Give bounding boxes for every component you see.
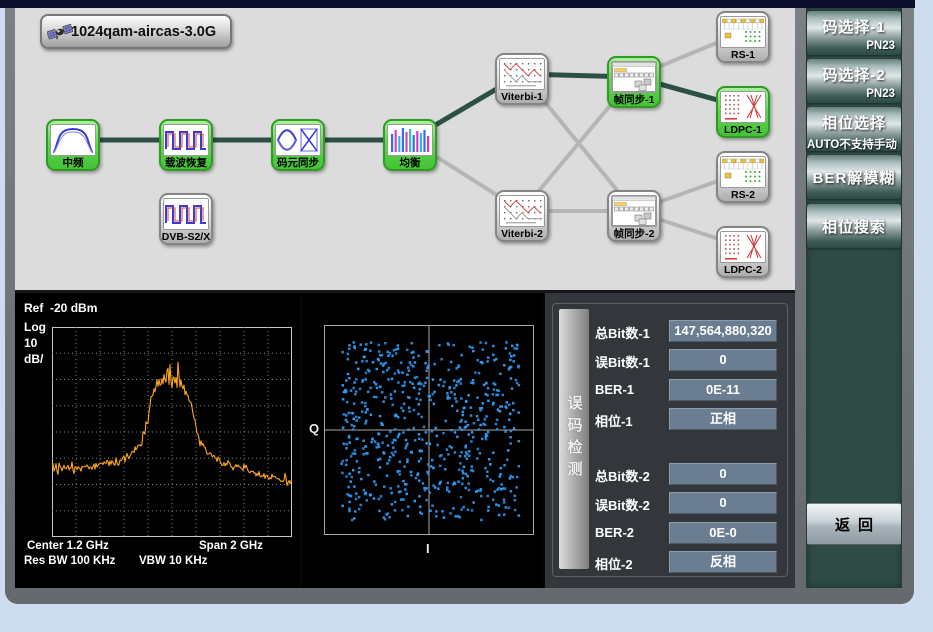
rs-icon <box>720 156 766 188</box>
node-viterbi2[interactable]: Viterbi-2 <box>495 190 549 242</box>
ber-row-value: 正相 <box>669 408 777 430</box>
node-label: 码元同步 <box>273 156 323 170</box>
sidebar-button-value: PN23 <box>807 40 901 52</box>
node-label: RS-2 <box>718 188 768 202</box>
sidebar-button-label: BER解模糊 <box>813 167 896 188</box>
node-label: DVB-S2/X <box>161 230 211 244</box>
ber-row-label: 相位-1 <box>595 411 633 430</box>
constellation-i-label: I <box>426 541 430 556</box>
node-label: LDPC-1 <box>718 123 768 137</box>
sidebar-button-2[interactable]: 码选择-2 PN23 <box>807 59 901 103</box>
spectrum-vbw-label: VBW 10 KHz <box>139 555 207 567</box>
spectrum-rbw-label: Res BW 100 KHz <box>24 555 115 567</box>
ber-side-bar: 误码检测 <box>559 309 589 569</box>
sidebar-button-label: 相位选择 <box>807 112 901 133</box>
squarewave-icon <box>163 198 209 230</box>
constellation-plot <box>324 325 534 535</box>
node-label: 均衡 <box>385 156 435 170</box>
node-viterbi1[interactable]: Viterbi-1 <box>495 53 549 105</box>
diagram-canvas: 1024qam-aircas-3.0G 中频 载波恢复 码元同步 均衡 DVB-S2/X… <box>15 8 795 290</box>
node-dvb[interactable]: DVB-S2/X <box>159 193 213 245</box>
sidebar-button-label: 相位搜索 <box>822 216 886 237</box>
frame-icon <box>611 61 657 93</box>
ber-side-label: 误码检测 <box>564 395 585 483</box>
window-frame: 1024qam-aircas-3.0G 中频 载波恢复 码元同步 均衡 DVB-S2/X… <box>5 8 914 604</box>
back-button[interactable]: 返回 <box>807 503 901 545</box>
ber-row-value: 147,564,880,320 <box>669 320 777 342</box>
ber-row-label: BER-1 <box>595 382 634 397</box>
node-label: 帧同步-1 <box>609 93 659 107</box>
ldpc-icon <box>720 91 766 123</box>
constellation-q-label: Q <box>309 421 319 436</box>
constellation-svg <box>324 325 534 535</box>
node-label: 中频 <box>48 156 98 170</box>
constellation-panel: Q I <box>302 293 543 588</box>
spectrum-svg <box>52 327 292 537</box>
sidebar-button-label: 码选择-2 <box>807 64 901 85</box>
ber-row-value: 0 <box>669 349 777 371</box>
spectrum-panel: Ref -20 dBm Log 10 dB/ Center 1.2 GHz Sp… <box>15 293 300 588</box>
node-label: LDPC-2 <box>718 263 768 277</box>
trellis-icon <box>499 195 545 227</box>
node-label: Viterbi-2 <box>497 227 547 241</box>
spectrum-span-label: Span 2 GHz <box>199 540 263 552</box>
ber-row-label: 总Bit数-1 <box>595 323 650 342</box>
ber-row-label: 误Bit数-1 <box>595 352 650 371</box>
ldpc-icon <box>720 231 766 263</box>
sidebar-button-3[interactable]: 相位选择 AUTO不支持手动 <box>807 107 901 151</box>
signal-title-label: 1024qam-aircas-3.0G <box>71 24 216 40</box>
ber-row-value: 0E-0 <box>669 522 777 544</box>
spectrum-log-line2: 10 <box>24 336 37 350</box>
spectrum-ref-text: Ref -20 dBm <box>24 301 97 315</box>
node-rs1[interactable]: RS-1 <box>716 11 770 63</box>
node-ldpc1[interactable]: LDPC-1 <box>716 86 770 138</box>
rs-icon <box>720 16 766 48</box>
node-label: 帧同步-2 <box>609 227 659 241</box>
top-bar <box>0 0 915 8</box>
node-zaibo[interactable]: 载波恢复 <box>159 119 213 171</box>
frame-icon <box>611 195 657 227</box>
node-zhen2[interactable]: 帧同步-2 <box>607 190 661 242</box>
spectrum-plot <box>52 327 292 537</box>
node-zhongpin[interactable]: 中频 <box>46 119 100 171</box>
sidebar-button-5[interactable]: 相位搜索 <box>807 204 901 248</box>
sidebar-button-value: AUTO不支持手动 <box>807 136 901 152</box>
spectrum-center-label: Center 1.2 GHz <box>27 540 109 552</box>
node-label: Viterbi-1 <box>497 90 547 104</box>
ber-row-value: 0 <box>669 463 777 485</box>
node-mayuan[interactable]: 码元同步 <box>271 119 325 171</box>
ber-row-label: BER-2 <box>595 525 634 540</box>
sidebar-button-value: PN23 <box>807 88 901 100</box>
signal-title-button[interactable]: 1024qam-aircas-3.0G <box>40 14 232 49</box>
ber-row-label: 误Bit数-2 <box>595 495 650 514</box>
sidebar-button-label: 码选择-1 <box>807 16 901 37</box>
node-zhen1[interactable]: 帧同步-1 <box>607 56 661 108</box>
node-label: 载波恢复 <box>161 156 211 170</box>
node-ldpc2[interactable]: LDPC-2 <box>716 226 770 278</box>
trellis-icon <box>499 58 545 90</box>
node-rs2[interactable]: RS-2 <box>716 151 770 203</box>
ber-row-value: 0E-11 <box>669 379 777 401</box>
ber-row-value: 反相 <box>669 551 777 573</box>
ber-row-label: 相位-2 <box>595 554 633 573</box>
squarewave-icon <box>163 124 209 156</box>
spectrum-log-line1: Log <box>24 320 46 334</box>
ber-panel: 误码检测 总Bit数-1 147,564,880,320 误Bit数-1 0 BER-1… <box>545 293 795 588</box>
node-label: RS-1 <box>718 48 768 62</box>
ber-row-label: 总Bit数-2 <box>595 466 650 485</box>
node-junheng[interactable]: 均衡 <box>383 119 437 171</box>
bars-icon <box>387 124 433 156</box>
eye-icon <box>275 124 321 156</box>
sidebar-button-1[interactable]: 码选择-1 PN23 <box>807 11 901 55</box>
spectrum-log-line3: dB/ <box>24 352 43 366</box>
sidebar-button-4[interactable]: BER解模糊 <box>807 155 901 199</box>
spectrum-icon <box>50 124 96 156</box>
sidebar: 码选择-1 PN23 码选择-2 PN23 相位选择 AUTO不支持手动 BER解模糊相位搜… <box>806 8 902 588</box>
ber-row-value: 0 <box>669 492 777 514</box>
satellite-icon <box>47 19 73 45</box>
